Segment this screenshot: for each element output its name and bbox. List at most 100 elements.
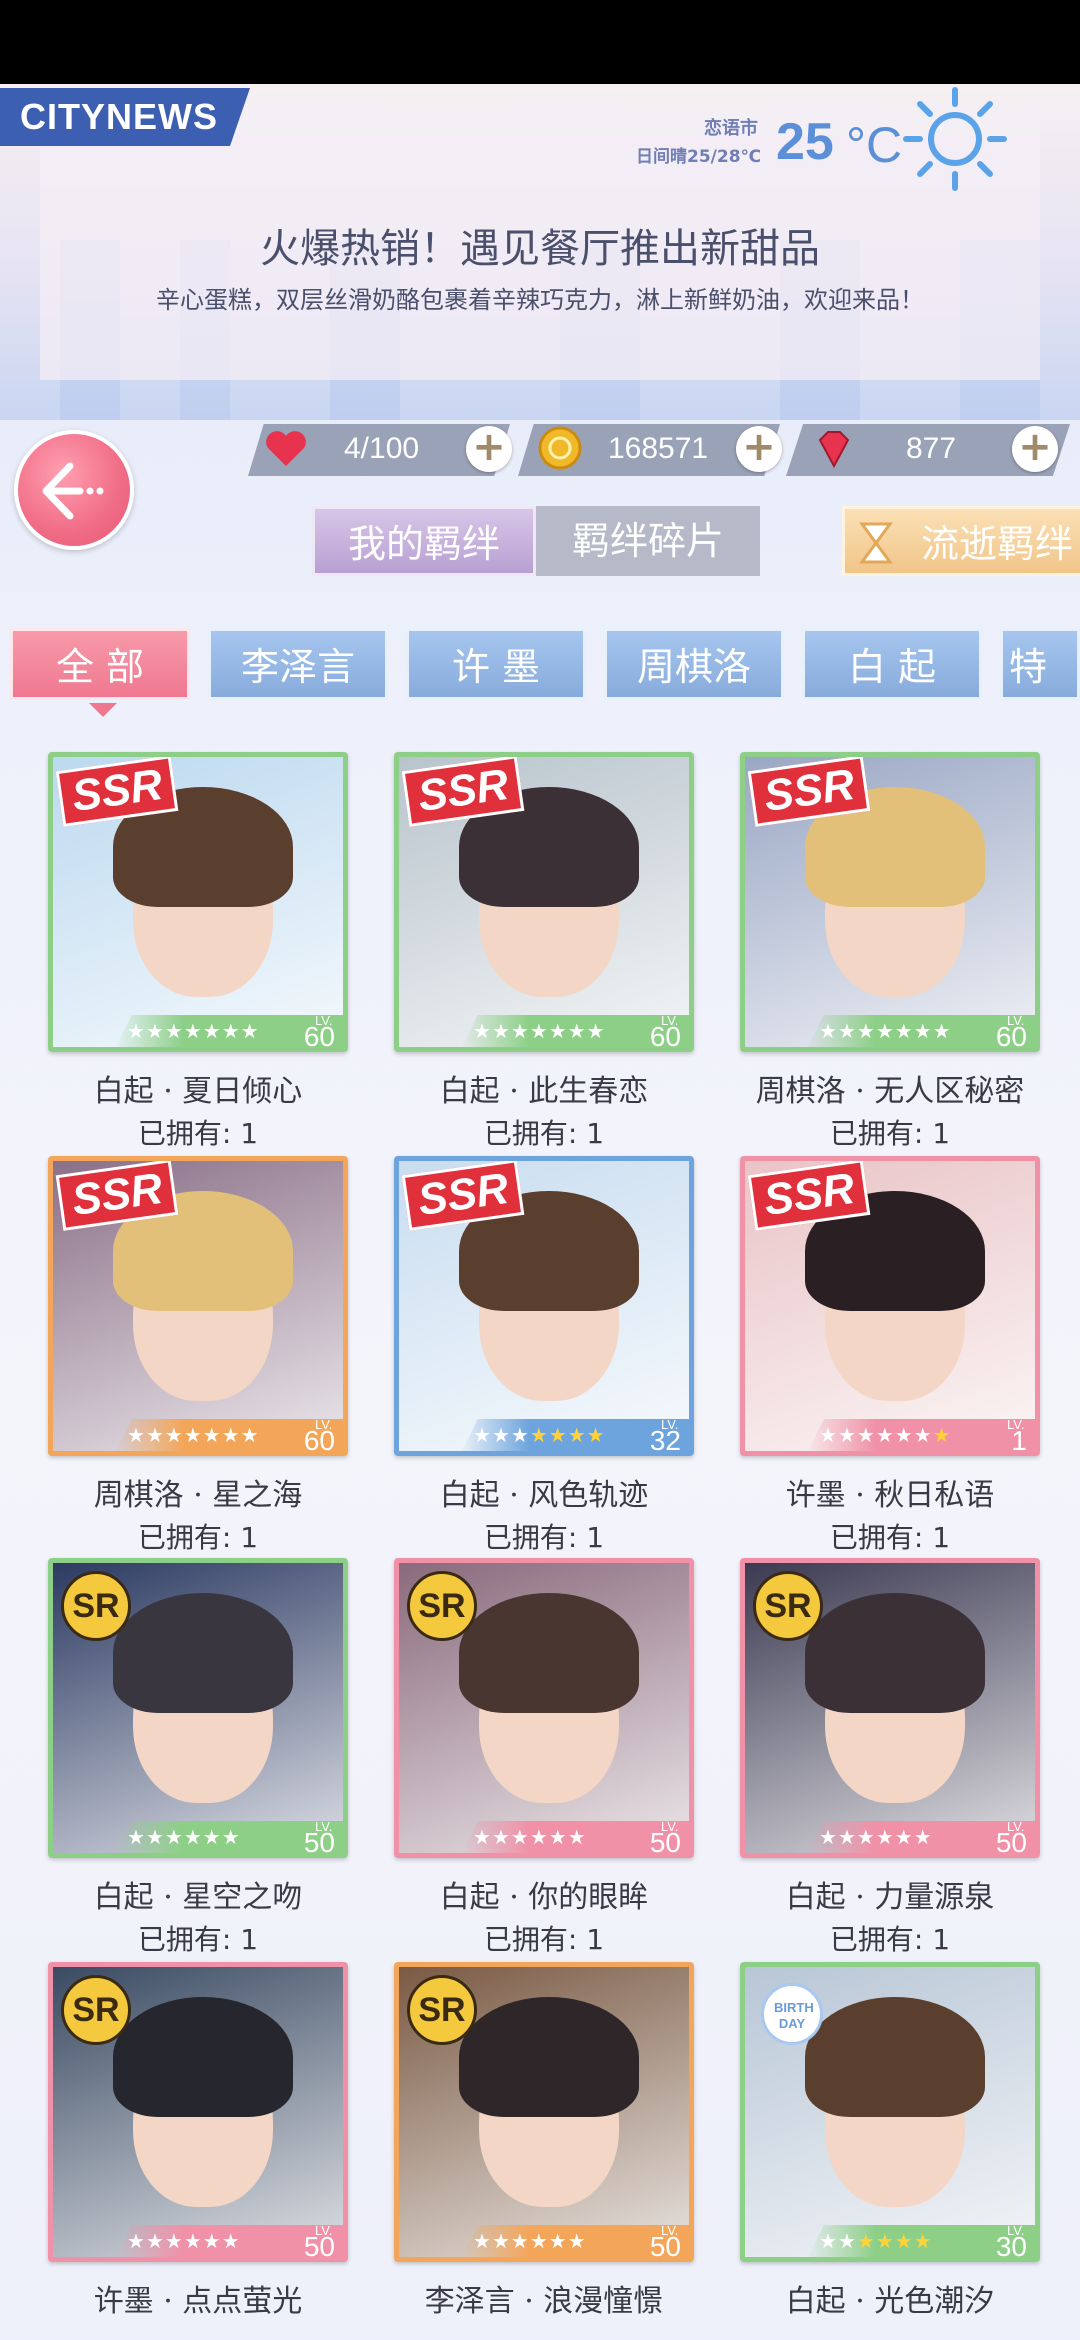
filter-tab-li-zeyan[interactable]: 李泽言 [208, 628, 388, 700]
weather-city: 恋语市 [704, 118, 758, 139]
bond-card[interactable]: SR ★★★★★★ LV. 50 白起 · 星空之吻 已拥有: 1 [48, 1558, 348, 1958]
card-name: 白起 · 力量源泉 [785, 1880, 995, 1915]
filter-tab-xu-mo[interactable]: 许 墨 [406, 628, 586, 700]
weather-unit: °C [846, 117, 903, 173]
star-icon: ★ [819, 1423, 838, 1447]
star-icon: ★ [221, 1423, 241, 1447]
add-stamina-button[interactable]: + [466, 426, 512, 472]
star-icon: ★ [164, 1825, 184, 1849]
diamond-icon [818, 431, 850, 469]
star-icon: ★ [145, 2229, 165, 2253]
filter-tab-zhou-qiluo[interactable]: 周棋洛 [604, 628, 784, 700]
level-value: 60 [303, 1021, 335, 1052]
star-icon: ★ [127, 1825, 146, 1849]
star-icon: ★ [894, 1423, 914, 1447]
portrait-hair [113, 1997, 293, 2117]
card-name: 许墨 · 点点萤光 [93, 2284, 303, 2319]
bond-card[interactable]: BIRTH DAY ★★★★★★ LV. 30 白起 · 光色潮汐 [740, 1962, 1040, 2340]
star-icon: ★ [567, 1825, 587, 1849]
star-icon: ★ [875, 1423, 895, 1447]
star-icon: ★ [202, 1019, 222, 1043]
card-name: 白起 · 你的眼眸 [439, 1880, 649, 1915]
owned-count: 已拥有: 1 [483, 1521, 605, 1554]
star-icon: ★ [145, 1825, 165, 1849]
rarity-badge: SR [407, 1975, 477, 2045]
bond-card[interactable]: SR ★★★★★★ LV. 50 白起 · 力量源泉 已拥有: 1 [740, 1558, 1040, 1958]
back-arrow-icon [42, 462, 104, 520]
star-icon: ★ [510, 2229, 530, 2253]
card-art-frame: SR ★★★★★★ LV. 50 [394, 1962, 694, 2262]
filter-tab-all[interactable]: 全 部 [10, 628, 190, 717]
star-rating: ★★★★★★ [819, 2229, 933, 2253]
bond-card[interactable]: SSR ★★★★★★★ LV. 32 白起 · 风色轨迹 已拥有: 1 [394, 1156, 694, 1556]
filter-tab-special[interactable]: 特别 [1000, 628, 1080, 700]
news-headline: 火爆热销！遇见餐厅推出新甜品 [260, 226, 820, 272]
star-icon: ★ [164, 1423, 184, 1447]
star-icon: ★ [240, 1423, 260, 1447]
character-filter-tabs: 全 部 李泽言 许 墨 周棋洛 白 起 特别 [0, 628, 1080, 717]
bond-card[interactable]: SSR ★★★★★★★ LV. 1 许墨 · 秋日私语 已拥有: 1 [740, 1156, 1040, 1556]
star-icon: ★ [932, 1423, 952, 1447]
portrait-hair [805, 1593, 985, 1713]
star-icon: ★ [221, 1019, 241, 1043]
star-icon: ★ [913, 1423, 933, 1447]
back-button[interactable] [14, 430, 134, 550]
star-rating: ★★★★★★★ [127, 1423, 260, 1447]
add-diamonds-button[interactable]: + [1012, 426, 1058, 472]
card-name: 周棋洛 · 星之海 [93, 1478, 303, 1513]
star-icon: ★ [202, 1825, 222, 1849]
owned-count: 已拥有: 1 [829, 1521, 951, 1554]
star-icon: ★ [567, 1423, 587, 1447]
level-value: 50 [995, 1827, 1027, 1858]
bond-card[interactable]: SSR ★★★★★★★ LV. 60 白起 · 此生春恋 已拥有: 1 [394, 752, 694, 1152]
star-icon: ★ [529, 1019, 549, 1043]
star-icon: ★ [894, 1825, 914, 1849]
citynews-logo: CITYNEWS [0, 88, 250, 146]
bond-card[interactable]: SR ★★★★★★ LV. 50 许墨 · 点点萤光 [48, 1962, 348, 2340]
star-icon: ★ [183, 2229, 203, 2253]
star-icon: ★ [473, 1423, 492, 1447]
star-icon: ★ [894, 2229, 914, 2253]
card-name: 白起 · 此生春恋 [439, 1074, 649, 1109]
star-icon: ★ [202, 2229, 222, 2253]
star-icon: ★ [837, 1019, 857, 1043]
star-icon: ★ [567, 2229, 587, 2253]
portrait-hair [459, 1593, 639, 1713]
status-bar [0, 0, 1080, 84]
bond-card[interactable]: SSR ★★★★★★★ LV. 60 周棋洛 · 无人区秘密 已拥有: 1 [740, 752, 1040, 1152]
star-icon: ★ [491, 1019, 511, 1043]
star-icon: ★ [145, 1423, 165, 1447]
portrait-hair [805, 1997, 985, 2117]
card-art-frame: SSR ★★★★★★★ LV. 60 [48, 752, 348, 1052]
star-icon: ★ [586, 1423, 606, 1447]
card-name: 李泽言 · 浪漫憧憬 [424, 2284, 664, 2319]
star-icon: ★ [837, 2229, 857, 2253]
bond-card[interactable]: SSR ★★★★★★★ LV. 60 周棋洛 · 星之海 已拥有: 1 [48, 1156, 348, 1556]
bond-card[interactable]: SR ★★★★★★ LV. 50 李泽言 · 浪漫憧憬 [394, 1962, 694, 2340]
star-rating: ★★★★★★ [473, 2229, 587, 2253]
bond-card[interactable]: SSR ★★★★★★★ LV. 60 白起 · 夏日倾心 已拥有: 1 [48, 752, 348, 1152]
weather-description: 日间晴25/28℃ [636, 147, 762, 167]
bond-card[interactable]: SR ★★★★★★ LV. 50 白起 · 你的眼眸 已拥有: 1 [394, 1558, 694, 1958]
add-coins-button[interactable]: + [736, 426, 782, 472]
star-icon: ★ [875, 1019, 895, 1043]
owned-count: 已拥有: 1 [829, 1923, 951, 1956]
level-value: 50 [303, 2231, 335, 2262]
level-value: 50 [649, 1827, 681, 1858]
tab-bond-fragments[interactable]: 羁绊碎片 [536, 506, 760, 576]
star-icon: ★ [240, 1019, 260, 1043]
star-rating: ★★★★★★★ [819, 1423, 952, 1447]
owned-count: 已拥有: 1 [483, 1117, 605, 1150]
star-icon: ★ [164, 2229, 184, 2253]
level-value: 60 [303, 1425, 335, 1456]
star-icon: ★ [491, 2229, 511, 2253]
heart-icon [266, 431, 306, 466]
card-art-frame: SSR ★★★★★★★ LV. 60 [740, 752, 1040, 1052]
star-icon: ★ [567, 1019, 587, 1043]
star-icon: ★ [127, 1423, 146, 1447]
tab-my-bonds[interactable]: 我的羁绊 [312, 506, 536, 576]
city-news-banner[interactable]: CITYNEWS 恋语市 日间晴25/28℃ 25 °C 火爆热销！遇见餐厅推出… [0, 84, 1080, 420]
star-rating: ★★★★★★ [127, 2229, 241, 2253]
card-art-frame: SR ★★★★★★ LV. 50 [48, 1962, 348, 2262]
filter-tab-bai-qi[interactable]: 白 起 [802, 628, 982, 700]
